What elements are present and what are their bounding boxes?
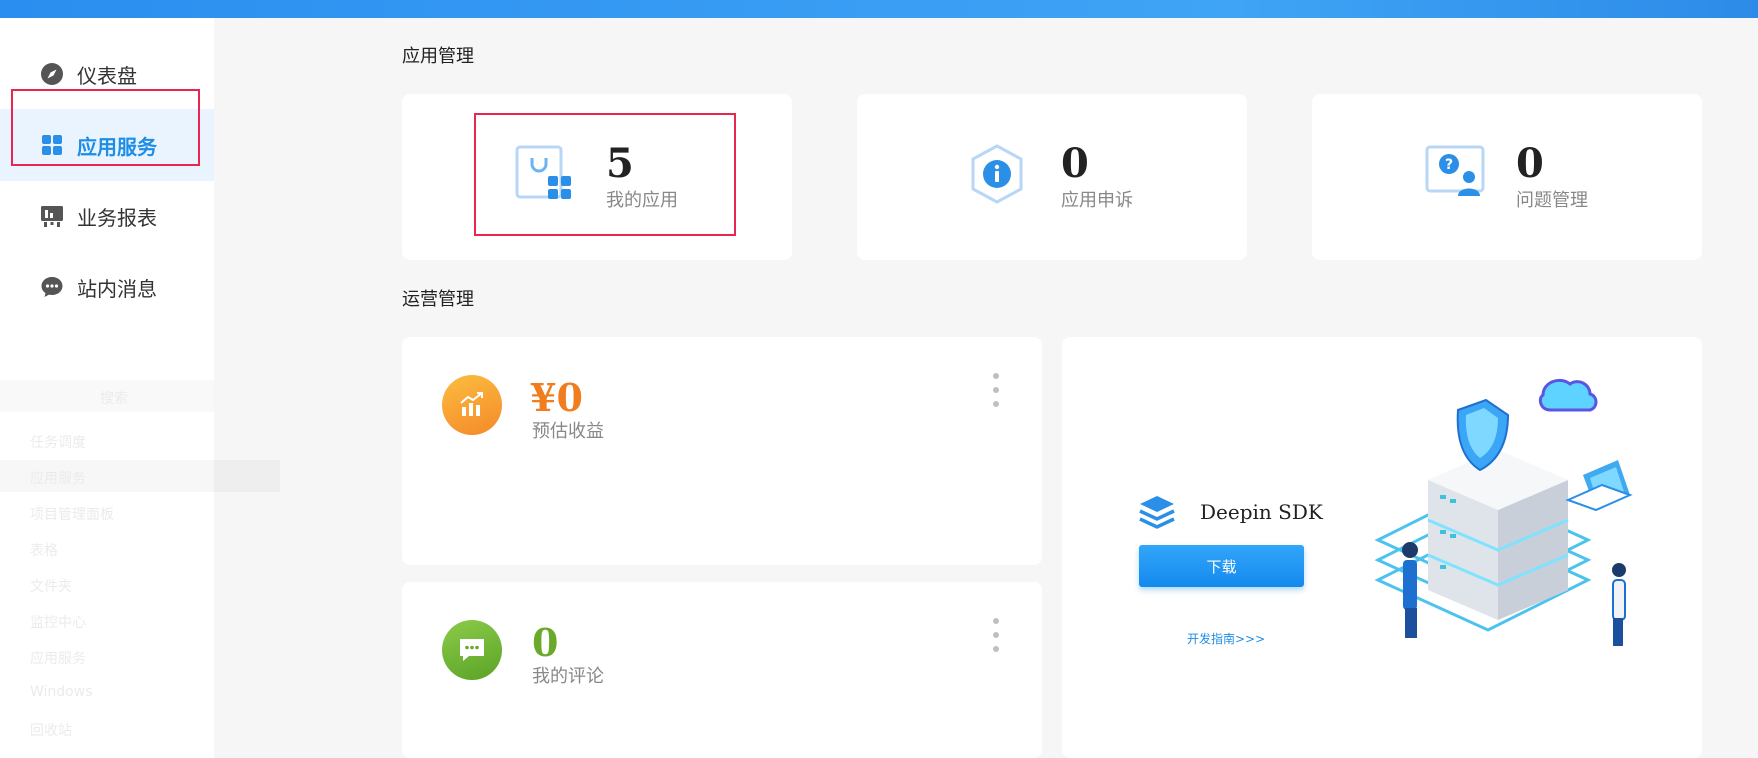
top-bar	[0, 0, 1758, 18]
layers-icon	[1139, 496, 1175, 529]
app-appeals-count: 0	[1061, 140, 1089, 187]
stat-card-app-appeals[interactable]: 0 应用申诉	[857, 94, 1247, 260]
ghost-text: 应用服务	[30, 471, 86, 487]
sidebar-item-label: 站内消息	[77, 276, 157, 301]
comments-value: 0	[532, 620, 559, 665]
sdk-download-button[interactable]: 下载	[1139, 545, 1304, 587]
ghost-text: 文件夹	[30, 579, 72, 595]
ops-management-title: 运营管理	[402, 289, 474, 310]
dev-guide-link[interactable]: 开发指南>>>	[1187, 630, 1265, 647]
appeal-info-icon	[971, 144, 1023, 204]
my-apps-icon	[515, 145, 571, 199]
app-management-title: 应用管理	[402, 46, 474, 67]
ghost-text: 表格	[30, 543, 58, 559]
ghost-text: 任务调度	[30, 435, 86, 451]
comments-card: 0 我的评论	[402, 582, 1042, 758]
ghost-text: Windows	[30, 684, 93, 700]
grid-apps-icon	[42, 135, 62, 155]
stat-card-my-apps[interactable]: 5 我的应用	[402, 94, 792, 260]
stat-card-issue-management[interactable]: ? 0 问题管理	[1312, 94, 1702, 260]
issue-management-count: 0	[1516, 140, 1544, 187]
report-icon	[41, 206, 63, 227]
sidebar-item-messages[interactable]: 站内消息	[0, 251, 214, 323]
bar-chart-icon	[442, 375, 502, 435]
chat-bubble-icon	[442, 620, 502, 680]
revenue-more-menu[interactable]	[989, 373, 1003, 409]
sidebar-item-business-reports[interactable]: 业务报表	[0, 180, 214, 252]
ghost-text: 回收站	[30, 723, 72, 739]
ghost-text: 应用服务	[30, 651, 86, 667]
sidebar-item-app-services[interactable]: 应用服务	[0, 109, 214, 181]
message-icon	[41, 277, 63, 297]
ghost-overlay: 搜索 任务调度 应用服务 项目管理面板 表格 文件夹 监控中心 应用服务 Win…	[0, 370, 400, 758]
sdk-title: Deepin SDK	[1200, 500, 1323, 524]
comments-more-menu[interactable]	[989, 618, 1003, 654]
sidebar-item-label: 业务报表	[77, 205, 157, 230]
ghost-text: 项目管理面板	[30, 507, 114, 523]
revenue-label: 预估收益	[532, 421, 604, 442]
comments-label: 我的评论	[532, 666, 604, 687]
dashboard-icon	[41, 63, 63, 85]
revenue-value: ¥0	[530, 375, 583, 420]
my-apps-label: 我的应用	[606, 190, 678, 211]
ghost-text: 监控中心	[30, 615, 86, 631]
app-appeals-label: 应用申诉	[1061, 190, 1133, 211]
svg-text:?: ?	[1445, 157, 1453, 173]
revenue-card: ¥0 预估收益	[402, 337, 1042, 565]
question-user-icon: ?	[1425, 145, 1485, 196]
server-security-illustration	[1374, 379, 1633, 646]
sidebar-item-label: 仪表盘	[77, 63, 137, 88]
sidebar-item-dashboard[interactable]: 仪表盘	[0, 38, 214, 110]
ghost-text: 搜索	[100, 391, 128, 407]
my-apps-count: 5	[606, 140, 634, 187]
issue-management-label: 问题管理	[1516, 190, 1588, 211]
sidebar-item-label: 应用服务	[77, 134, 157, 159]
